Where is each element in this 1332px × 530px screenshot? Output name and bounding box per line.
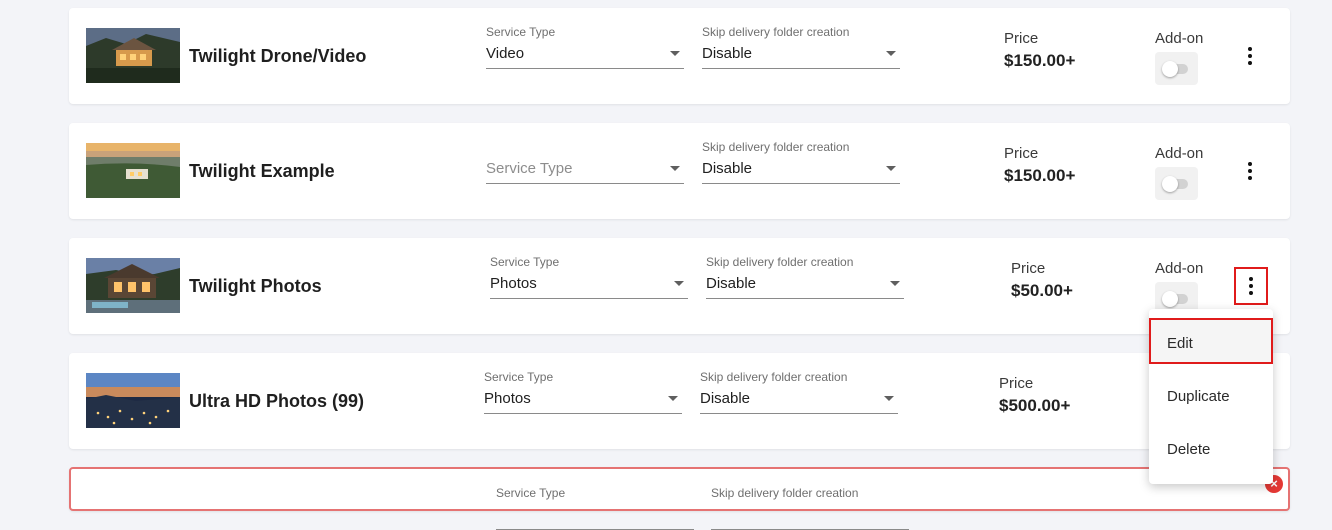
service-type-value: Photos [484,390,531,407]
chevron-down-icon [886,51,896,56]
skip-delivery-select[interactable]: Skip delivery folder creation Disable [702,25,900,69]
service-card: Twilight Drone/Video Service Type Video … [69,8,1290,104]
service-thumbnail [86,373,180,428]
chevron-down-icon [886,166,896,171]
service-card: Twilight Example Service Type Skip deliv… [69,123,1290,219]
menu-item-label: Edit [1167,335,1193,352]
service-card-partial: Service Type Skip delivery folder creati… [69,467,1290,530]
price-label: Price [999,375,1034,392]
chevron-down-icon [670,51,680,56]
service-type-label: Service Type [484,370,554,384]
skip-delivery-value: Disable [702,160,753,177]
menu-item-duplicate[interactable]: Duplicate [1149,371,1273,419]
chevron-down-icon [890,281,900,286]
more-vertical-icon[interactable] [1236,41,1264,71]
service-type-label: Service Type [486,25,556,39]
skip-delivery-select[interactable]: Skip delivery folder creation Disable [702,140,900,184]
service-type-select[interactable]: Service Type [486,143,684,184]
skip-delivery-label: Skip delivery folder creation [711,486,859,500]
price-value: $500.00+ [999,396,1071,415]
service-type-select[interactable]: Service Type Photos [490,255,688,299]
service-type-label: Service Type [490,255,560,269]
skip-delivery-select[interactable]: Skip delivery folder creation [711,486,909,530]
chevron-down-icon [670,166,680,171]
service-name: Twilight Example [189,161,335,181]
service-name: Twilight Photos [189,276,322,296]
service-thumbnail [86,258,180,313]
service-type-value: Photos [490,275,537,292]
service-type-value: Video [486,45,525,62]
skip-delivery-value: Disable [700,390,751,407]
context-menu: Edit Duplicate Delete [1149,309,1273,484]
menu-item-label: Delete [1167,441,1211,458]
chevron-down-icon [674,281,684,286]
service-thumbnail [86,143,180,198]
service-thumbnail [86,28,180,83]
service-card: Ultra HD Photos (99) Service Type Photos… [69,353,1290,449]
service-name: Ultra HD Photos (99) [189,391,365,411]
price-value: $50.00+ [1011,281,1073,300]
skip-delivery-value: Disable [706,275,757,292]
menu-item-edit[interactable]: Edit [1149,318,1273,364]
addon-label: Add-on [1155,145,1204,162]
addon-toggle[interactable] [1155,52,1198,85]
addon-toggle[interactable] [1155,167,1198,200]
more-vertical-icon[interactable] [1234,267,1268,305]
service-type-select[interactable]: Service Type [496,486,694,530]
price-value: $150.00+ [1004,51,1076,70]
skip-delivery-label: Skip delivery folder creation [706,255,854,269]
price-label: Price [1011,260,1046,277]
skip-delivery-label: Skip delivery folder creation [702,25,850,39]
chevron-down-icon [668,396,678,401]
service-type-select[interactable]: Service Type Video [486,25,684,69]
skip-delivery-label: Skip delivery folder creation [702,140,850,154]
skip-delivery-value: Disable [702,45,753,62]
service-type-placeholder: Service Type [486,160,573,177]
price-label: Price [1004,30,1039,47]
chevron-down-icon [884,396,894,401]
toggle-knob [1162,291,1178,307]
service-type-label: Service Type [496,486,566,500]
toggle-knob [1162,61,1178,77]
service-name: Twilight Drone/Video [189,46,367,66]
skip-delivery-select[interactable]: Skip delivery folder creation Disable [700,370,898,414]
price-label: Price [1004,145,1039,162]
more-vertical-icon[interactable] [1236,156,1264,186]
service-card: Twilight Photos Service Type Photos Skip… [69,238,1290,334]
menu-item-label: Duplicate [1167,388,1230,405]
addon-label: Add-on [1155,30,1204,47]
skip-delivery-select[interactable]: Skip delivery folder creation Disable [706,255,904,299]
service-type-select[interactable]: Service Type Photos [484,370,682,414]
addon-label: Add-on [1155,260,1204,277]
toggle-knob [1162,176,1178,192]
menu-item-delete[interactable]: Delete [1149,424,1273,472]
price-value: $150.00+ [1004,166,1076,185]
skip-delivery-label: Skip delivery folder creation [700,370,848,384]
